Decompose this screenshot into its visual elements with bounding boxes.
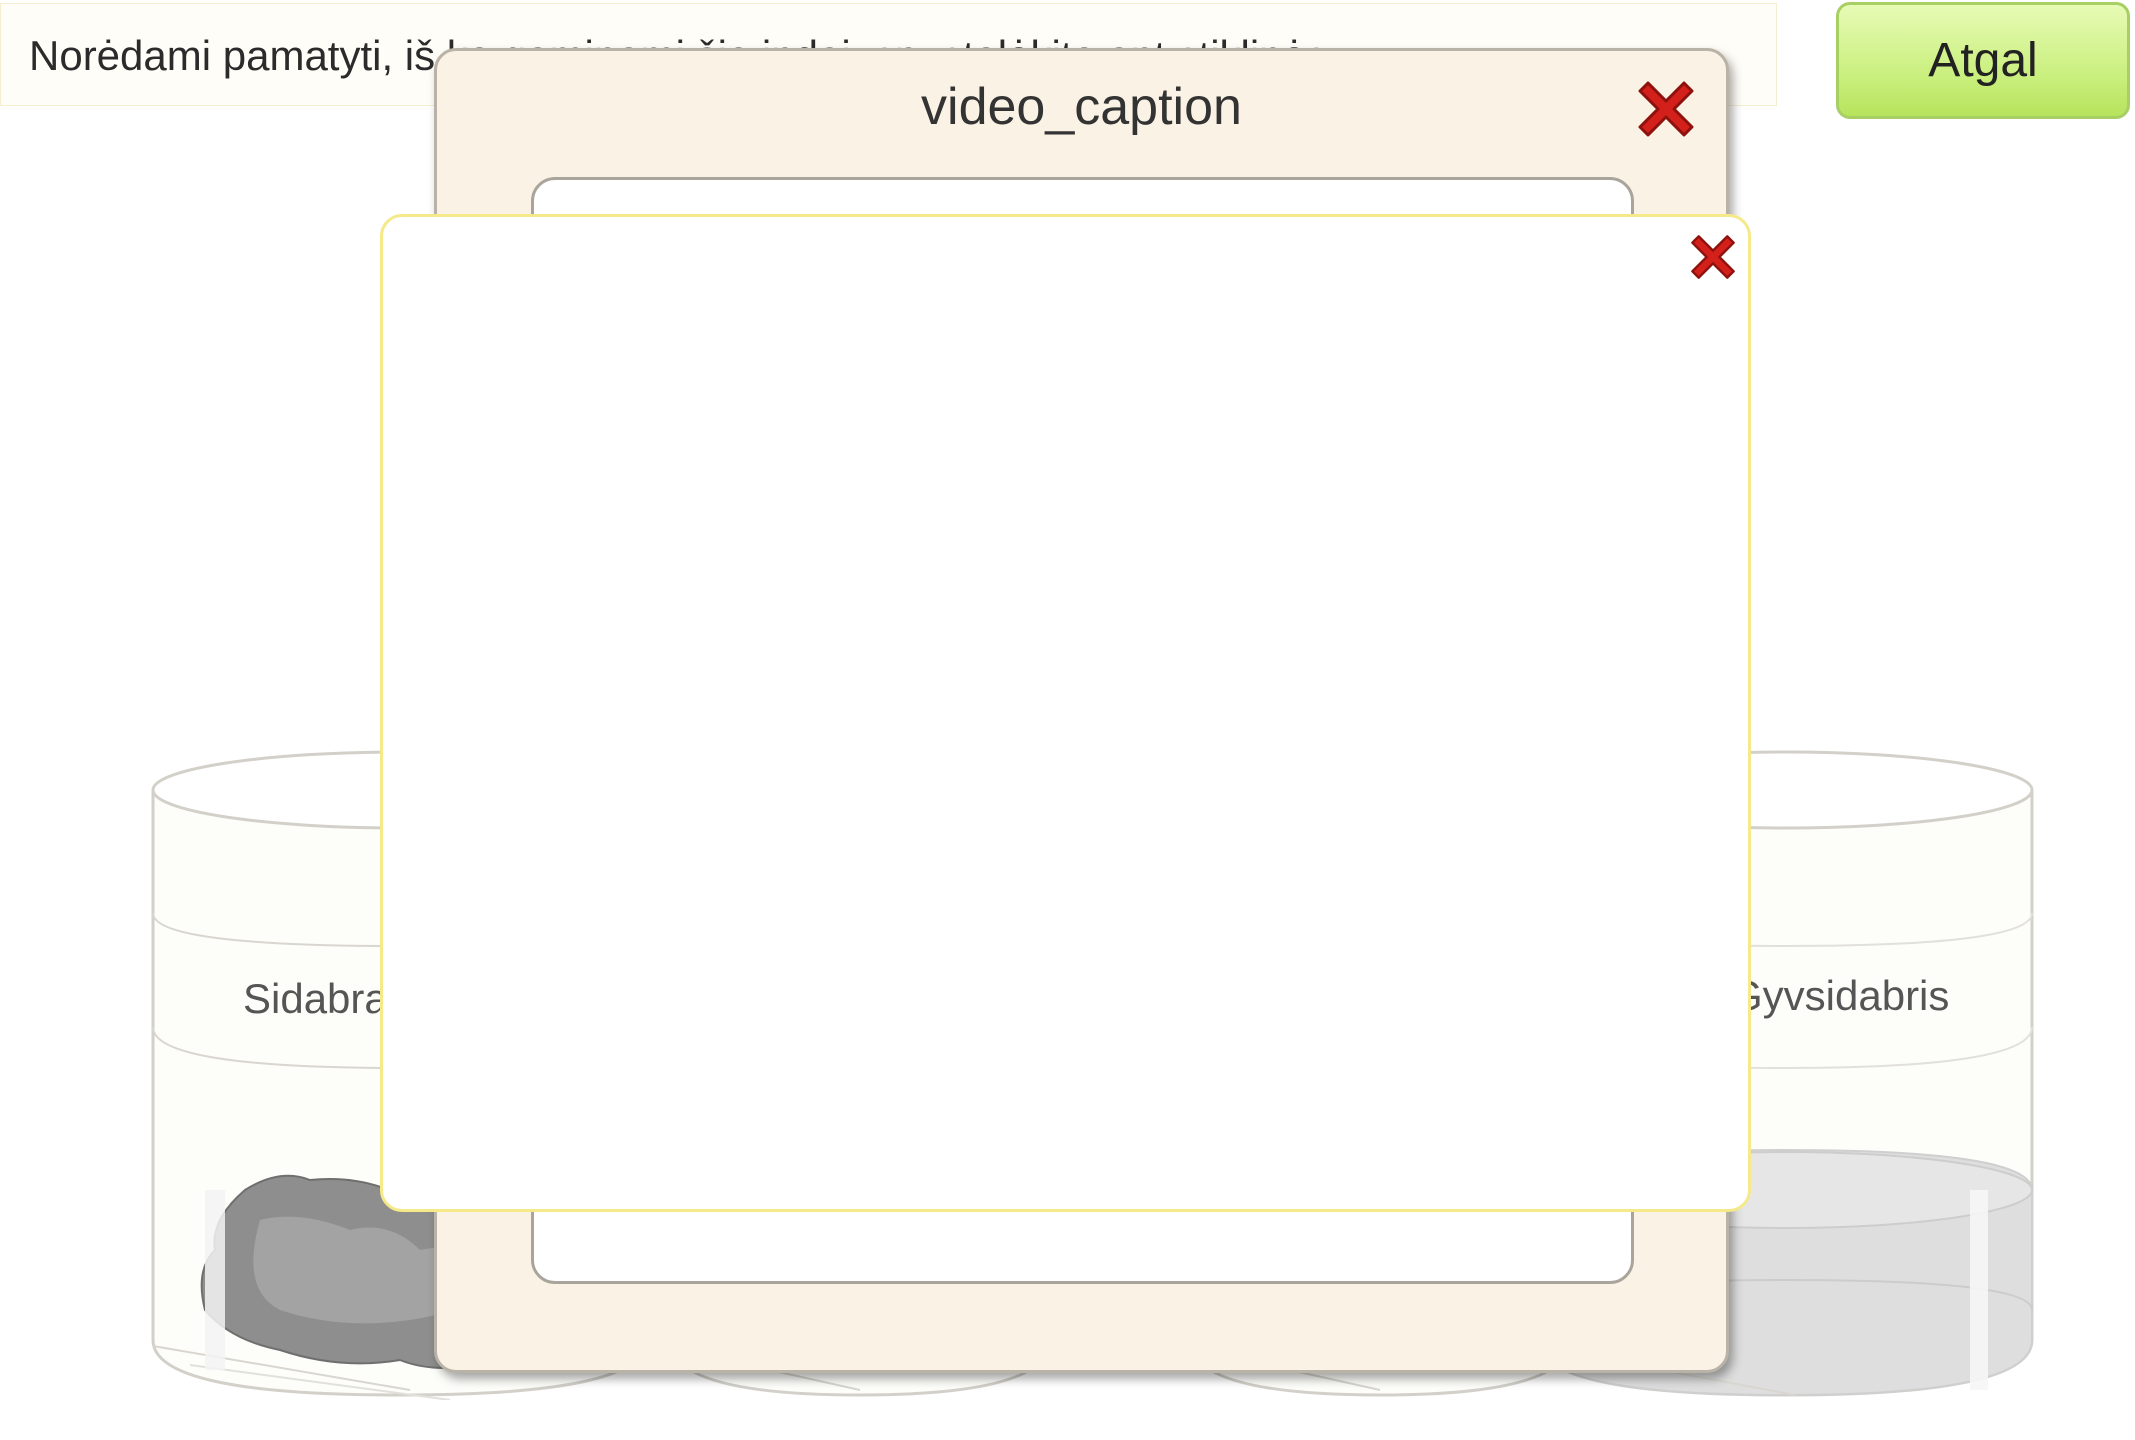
back-button[interactable]: Atgal — [1836, 2, 2130, 119]
jar-label: Gyvsidabris — [1730, 972, 1950, 1019]
inner-popup — [380, 214, 1751, 1212]
video-dialog-close-icon[interactable] — [1632, 75, 1700, 148]
inner-popup-close-icon[interactable] — [1686, 230, 1740, 289]
video-dialog-title: video_caption — [921, 78, 1242, 136]
